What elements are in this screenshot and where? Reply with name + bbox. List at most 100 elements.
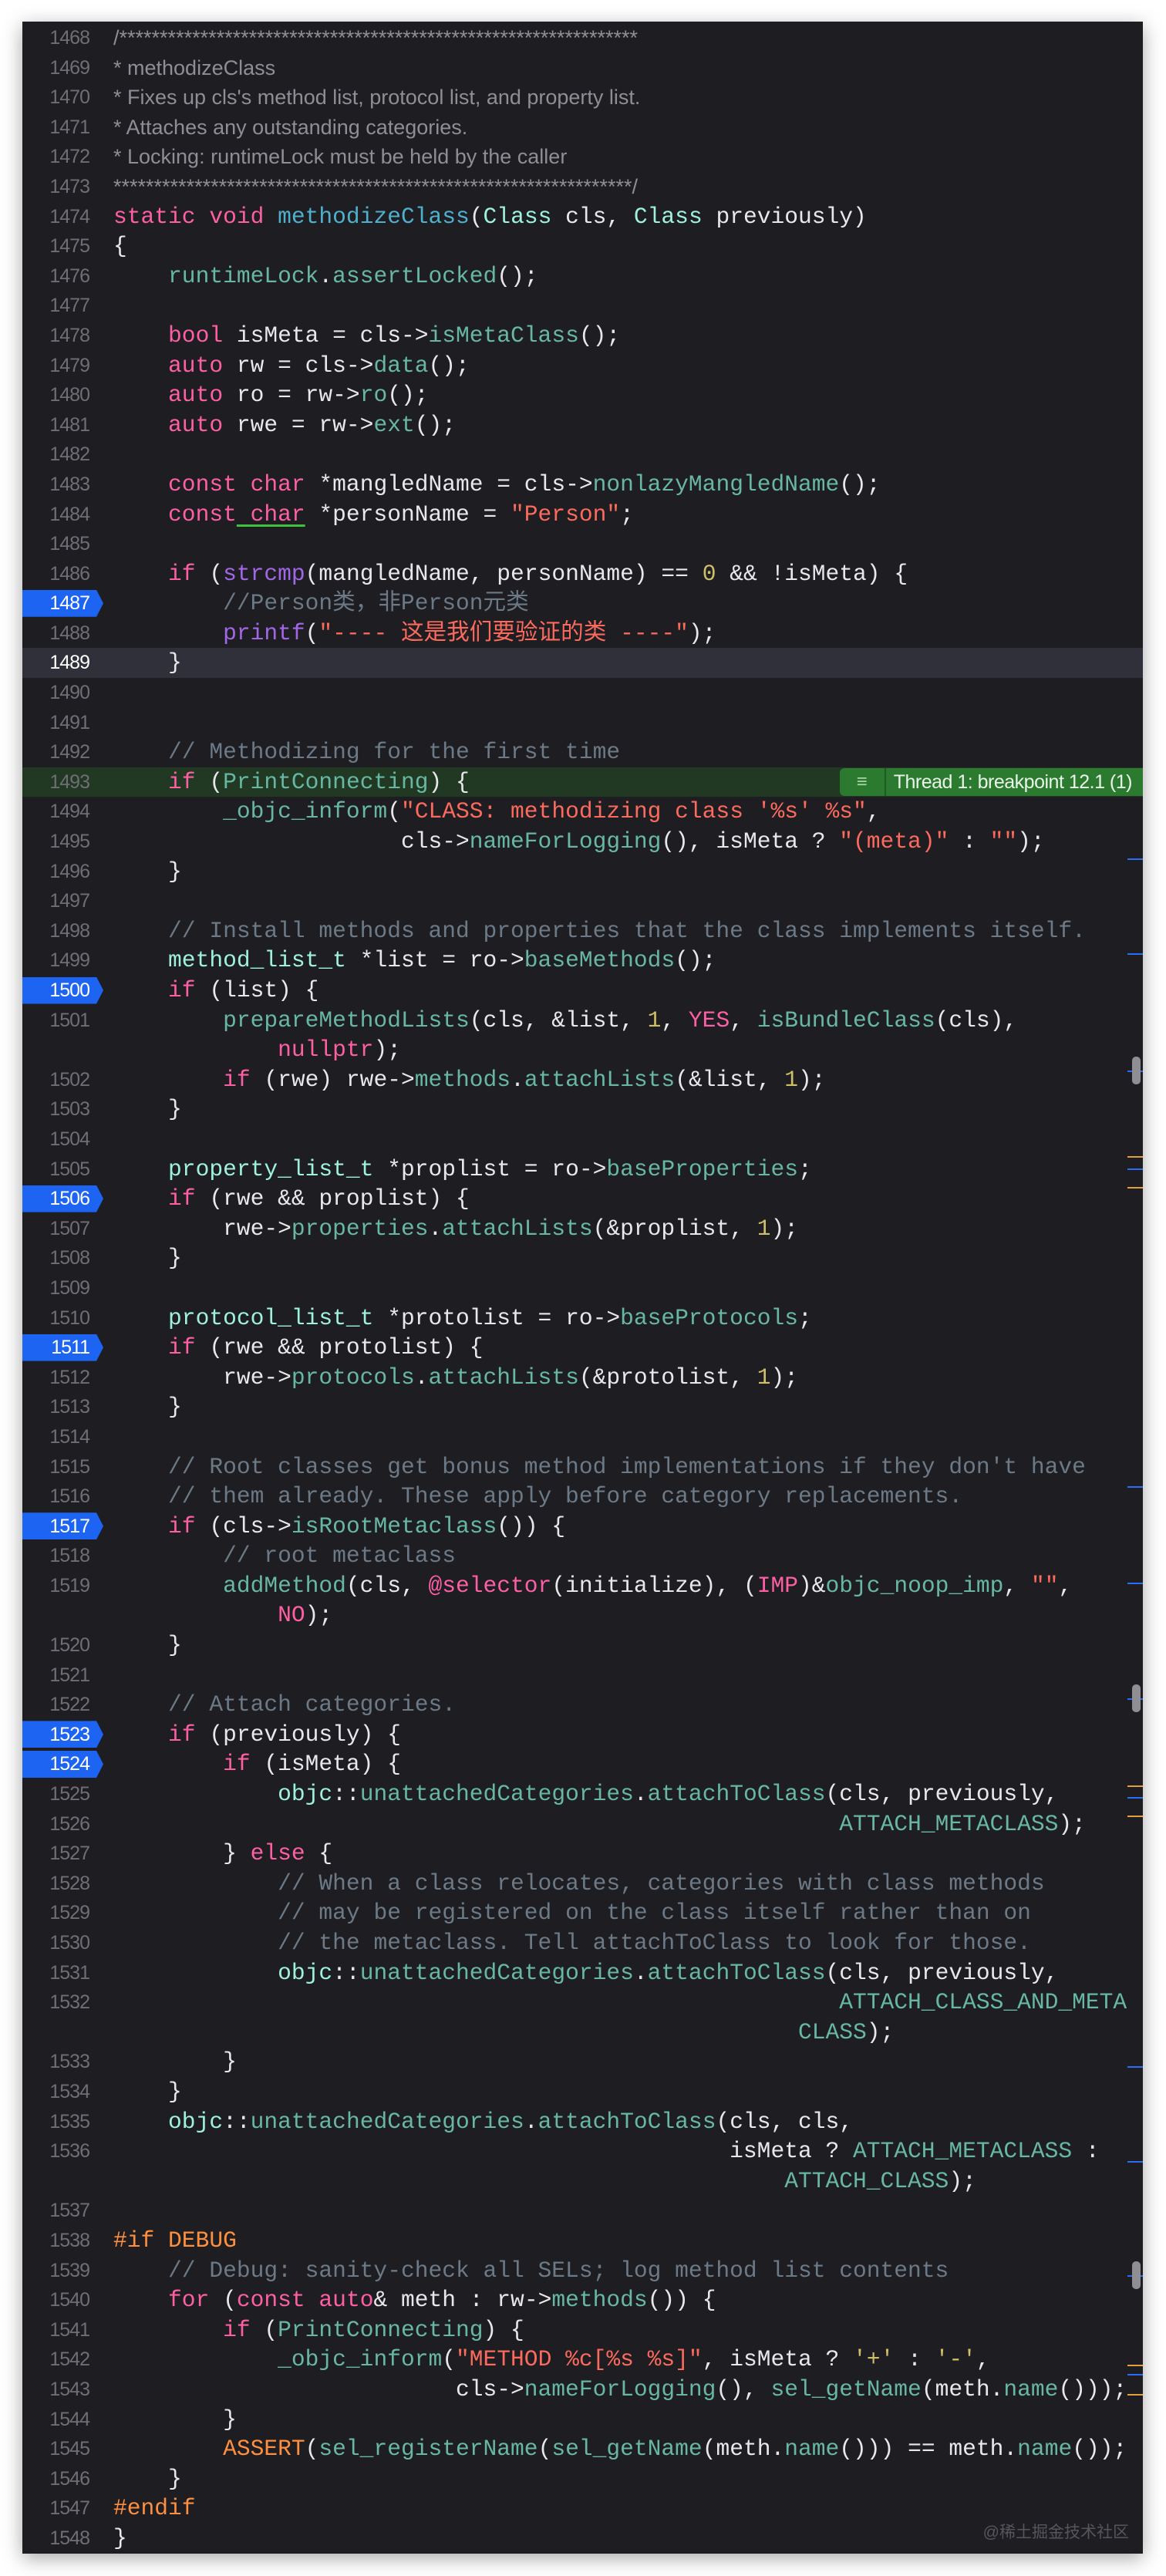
line-number[interactable]: 1524 [22, 1749, 90, 1779]
code-text[interactable]: if (rwe) rwe->methods.attachLists(&list,… [113, 1065, 825, 1095]
warning-marker[interactable] [1127, 1785, 1143, 1787]
code-line[interactable]: 1511 if (rwe && protolist) { [22, 1333, 1143, 1363]
code-line[interactable]: 1510 protocol_list_t *protolist = ro->ba… [22, 1303, 1143, 1334]
line-number[interactable]: 1526 [22, 1809, 90, 1839]
code-line[interactable]: 1473 ************************************… [22, 172, 1143, 202]
code-text[interactable]: #endif [113, 2493, 196, 2524]
line-number[interactable]: 1537 [22, 2196, 90, 2226]
code-text[interactable]: auto ro = rw->ro(); [113, 380, 428, 410]
code-text[interactable]: auto rw = cls->data(); [113, 351, 470, 381]
code-text[interactable]: for (const auto& meth : rw->methods()) { [113, 2285, 716, 2315]
code-text[interactable]: nullptr); [113, 1035, 401, 1065]
code-line[interactable]: 1529 // may be registered on the class i… [22, 1898, 1143, 1928]
code-line[interactable]: 1523 if (previously) { [22, 1720, 1143, 1750]
line-number[interactable]: 1530 [22, 1928, 90, 1958]
line-number[interactable]: 1543 [22, 2375, 90, 2405]
code-line[interactable]: 1548} [22, 2524, 1143, 2554]
stopped-line[interactable]: 1493 if (PrintConnecting) {≡ Thread 1: br… [22, 767, 1143, 797]
line-number[interactable]: 1473 [22, 172, 90, 202]
line-number[interactable]: 1495 [22, 827, 90, 857]
code-text[interactable]: //Person类，非Person元类 [113, 588, 529, 619]
code-text[interactable]: const char *mangledName = cls->nonlazyMa… [113, 470, 881, 500]
code-text[interactable]: NO); [113, 1600, 332, 1630]
line-number[interactable]: 1477 [22, 291, 90, 321]
breakpoint-marker[interactable] [1127, 1486, 1143, 1488]
code-text[interactable]: _objc_inform("METHOD %c[%s %s]", isMeta … [113, 2345, 990, 2375]
code-line[interactable]: 1480 auto ro = rw->ro(); [22, 380, 1143, 410]
line-number[interactable]: 1518 [22, 1541, 90, 1571]
code-text[interactable]: if (rwe && protolist) { [113, 1333, 483, 1363]
code-text[interactable]: } else { [113, 1839, 332, 1869]
code-text[interactable]: // the metaclass. Tell attachToClass to … [113, 1928, 1031, 1958]
code-line[interactable]: 1522 // Attach categories. [22, 1690, 1143, 1720]
code-line[interactable]: 1471 * Attaches any outstanding categorie… [22, 113, 1143, 143]
code-text[interactable]: { [113, 231, 127, 261]
code-line[interactable]: 1499 method_list_t *list = ro->baseMetho… [22, 946, 1143, 976]
code-line[interactable]: 1478 bool isMeta = cls->isMetaClass(); [22, 321, 1143, 351]
code-line[interactable]: 1498 // Install methods and properties t… [22, 916, 1143, 946]
line-number[interactable]: 1534 [22, 2077, 90, 2107]
scrollbar-thumb[interactable] [1132, 2261, 1141, 2289]
code-text[interactable]: * Locking: runtimeLock must be held by t… [113, 142, 567, 173]
line-number[interactable]: 1482 [22, 440, 90, 470]
code-text[interactable]: // them already. These apply before cate… [113, 1482, 962, 1512]
breakpoint-marker[interactable] [1127, 1583, 1143, 1584]
code-line[interactable]: 1469 * methodizeClass [22, 53, 1143, 83]
code-text[interactable]: // When a class relocates, categories wi… [113, 1869, 1045, 1899]
code-text[interactable]: objc::unattachedCategories.attachToClass… [113, 1958, 1058, 1988]
code-text[interactable]: runtimeLock.assertLocked(); [113, 261, 538, 292]
code-line[interactable]: 1539 // Debug: sanity-check all SELs; lo… [22, 2256, 1143, 2286]
code-text[interactable]: } [113, 857, 182, 887]
code-line[interactable]: 1534 } [22, 2077, 1143, 2107]
code-text[interactable]: } [113, 1392, 182, 1422]
code-line[interactable]: 1505 property_list_t *proplist = ro->bas… [22, 1155, 1143, 1185]
code-text[interactable]: _objc_inform("CLASS: methodizing class '… [113, 797, 880, 827]
code-line[interactable]: 1501 prepareMethodLists(cls, &list, 1, Y… [22, 1006, 1143, 1036]
code-text[interactable]: ASSERT(sel_registerName(sel_getName(meth… [113, 2434, 1127, 2464]
line-number[interactable]: 1519 [22, 1571, 90, 1601]
line-number[interactable]: 1499 [22, 946, 90, 976]
code-text[interactable]: } [113, 2524, 127, 2554]
code-text[interactable]: CLASS); [113, 2018, 894, 2048]
warning-marker[interactable] [1127, 1156, 1143, 1158]
code-text[interactable]: addMethod(cls, @selector(initialize), (I… [113, 1571, 1072, 1601]
line-number[interactable]: 1538 [22, 2226, 90, 2256]
line-number[interactable]: 1547 [22, 2493, 90, 2524]
line-number[interactable]: 1546 [22, 2464, 90, 2494]
code-line[interactable]: 1530 // the metaclass. Tell attachToClas… [22, 1928, 1143, 1958]
line-number[interactable]: 1509 [22, 1273, 90, 1303]
code-line[interactable]: 1494 _objc_inform("CLASS: methodizing cl… [22, 797, 1143, 827]
line-number[interactable]: 1475 [22, 231, 90, 261]
code-line[interactable]: 1472 * Locking: runtimeLock must be held … [22, 142, 1143, 172]
code-line[interactable]: 1517 if (cls->isRootMetaclass()) { [22, 1512, 1143, 1542]
line-number[interactable]: 1491 [22, 708, 90, 738]
code-line[interactable]: ATTACH_CLASS); [22, 2166, 1143, 2197]
line-number[interactable]: 1525 [22, 1779, 90, 1809]
line-number[interactable]: 1505 [22, 1155, 90, 1185]
code-text[interactable]: #if DEBUG [113, 2226, 237, 2256]
code-text[interactable]: rwe->protocols.attachLists(&protolist, 1… [113, 1363, 798, 1393]
code-line[interactable]: CLASS); [22, 2018, 1143, 2048]
code-line[interactable]: 1547 #endif [22, 2493, 1143, 2524]
code-text[interactable]: objc::unattachedCategories.attachToClass… [113, 2107, 853, 2137]
code-text[interactable]: * Attaches any outstanding categories. [113, 113, 467, 143]
line-number[interactable]: 1536 [22, 2136, 90, 2166]
line-number[interactable]: 1500 [22, 976, 90, 1006]
line-number[interactable]: 1470 [22, 83, 90, 113]
line-number[interactable]: 1487 [22, 588, 90, 619]
code-line[interactable]: 1486 if (strcmp(mangledName, personName)… [22, 559, 1143, 589]
code-line[interactable]: 1502 if (rwe) rwe->methods.attachLists(&… [22, 1065, 1143, 1095]
line-number[interactable]: 1488 [22, 619, 90, 649]
code-line[interactable]: 1545 ASSERT(sel_registerName(sel_getName… [22, 2434, 1143, 2464]
code-text[interactable]: } [113, 2047, 237, 2077]
code-line[interactable]: 1512 rwe->protocols.attachLists(&protoli… [22, 1363, 1143, 1393]
code-text[interactable]: auto rwe = rw->ext(); [113, 410, 456, 440]
code-line[interactable]: 1484 const char *personName = "Person"; [22, 500, 1143, 530]
line-number[interactable]: 1542 [22, 2345, 90, 2375]
code-text[interactable]: * methodizeClass [113, 53, 275, 84]
code-line[interactable]: 1531 objc::unattachedCategories.attachTo… [22, 1958, 1143, 1988]
line-number[interactable]: 1484 [22, 500, 90, 530]
code-line[interactable]: 1515 // Root classes get bonus method im… [22, 1452, 1143, 1482]
line-number[interactable]: 1497 [22, 886, 90, 916]
breakpoint-marker[interactable] [1127, 953, 1143, 955]
